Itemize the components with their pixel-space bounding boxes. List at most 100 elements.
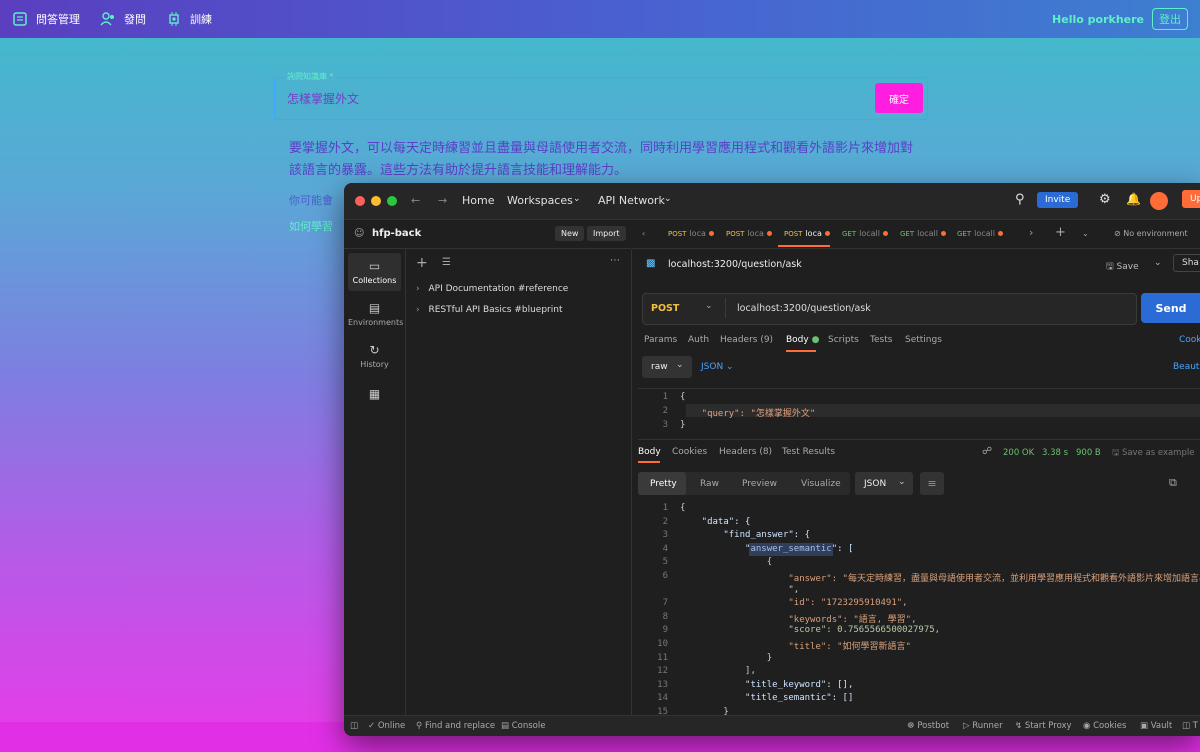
- sidebar-item-collections[interactable]: ▭ Collections: [348, 253, 401, 291]
- view-preview[interactable]: Preview: [742, 479, 777, 489]
- runner-button[interactable]: ▷ Runner: [963, 721, 1003, 731]
- tab-scripts[interactable]: Scripts: [828, 335, 859, 345]
- tabs-scroll-right-icon[interactable]: ›: [1029, 226, 1033, 239]
- save-example-button[interactable]: 🖫 Save as example: [1112, 447, 1194, 461]
- home-link[interactable]: Home: [462, 194, 494, 207]
- invite-button[interactable]: Invite: [1037, 192, 1079, 208]
- workspace-name[interactable]: hfp-back: [372, 228, 421, 239]
- vault-button[interactable]: ▣ Vault: [1140, 721, 1172, 731]
- nav-ask[interactable]: 發問: [100, 11, 146, 27]
- line-number: 1: [662, 503, 668, 513]
- sidebar-toggle-icon[interactable]: ◫: [350, 721, 358, 731]
- close-window-button[interactable]: [355, 196, 365, 206]
- view-raw[interactable]: Raw: [700, 479, 719, 489]
- postbot-button[interactable]: ☸ Postbot: [907, 721, 949, 731]
- resp-tab-body[interactable]: Body: [638, 447, 661, 457]
- find-replace-button[interactable]: ⚲ Find and replace: [416, 721, 495, 731]
- sidebar-item-apps[interactable]: ▦: [348, 381, 401, 405]
- workspaces-menu[interactable]: Workspaces: [507, 194, 573, 207]
- tab-headers[interactable]: Headers (9): [720, 335, 773, 345]
- request-tab[interactable]: GET locall: [842, 229, 888, 238]
- tab-params[interactable]: Params: [644, 335, 677, 345]
- url-input[interactable]: localhost:3200/question/ask: [737, 303, 871, 314]
- request-tab-active[interactable]: POST loca: [784, 229, 830, 238]
- tab-settings[interactable]: Settings: [905, 335, 942, 345]
- cookies-button[interactable]: ◉ Cookies: [1083, 721, 1126, 731]
- new-button[interactable]: New: [555, 226, 585, 241]
- request-tab[interactable]: GET locall: [900, 229, 946, 238]
- cookies-link[interactable]: Cook: [1179, 335, 1200, 345]
- tab-auth[interactable]: Auth: [688, 335, 709, 345]
- tabs-scroll-left-icon[interactable]: ‹: [642, 229, 645, 238]
- more-icon[interactable]: ⋯: [610, 255, 620, 266]
- import-button[interactable]: Import: [587, 226, 626, 241]
- request-tab[interactable]: POST loca: [726, 229, 772, 238]
- method-select[interactable]: POST: [651, 303, 679, 314]
- send-button[interactable]: Send: [1141, 293, 1200, 323]
- code-line: {: [680, 503, 686, 513]
- start-proxy-button[interactable]: ↯ Start Proxy: [1015, 721, 1072, 731]
- request-tab[interactable]: POST loca: [668, 229, 714, 238]
- request-tab[interactable]: GET locall: [957, 229, 1003, 238]
- body-mode-select[interactable]: raw ⌄: [642, 356, 692, 378]
- new-tab-plus-icon[interactable]: +: [1055, 225, 1066, 240]
- resp-tab-headers[interactable]: Headers (8): [719, 447, 772, 457]
- wrap-lines-icon[interactable]: ≡: [920, 472, 944, 495]
- maximize-window-button[interactable]: [387, 196, 397, 206]
- search-icon[interactable]: ⚲: [1015, 192, 1025, 207]
- tab-body[interactable]: Body ●: [786, 335, 819, 345]
- gear-icon[interactable]: ⚙: [1099, 192, 1111, 207]
- response-body-viewer[interactable]: 1 {2 "data": {3 "find_answer": {4 "answer…: [638, 501, 1200, 715]
- resp-tab-cookies[interactable]: Cookies: [672, 447, 707, 457]
- request-body-editor[interactable]: 1 2 3 { "query": "怎樣掌握外文" }: [638, 388, 1200, 440]
- minimize-window-button[interactable]: [371, 196, 381, 206]
- nav-qa-management[interactable]: 問答管理: [12, 11, 80, 27]
- chevron-down-icon[interactable]: ⌄: [1082, 229, 1089, 238]
- save-icon: 🖫: [1112, 448, 1122, 458]
- online-label: Online: [377, 721, 406, 731]
- trash-button[interactable]: ◫ T: [1182, 721, 1198, 731]
- view-visualize[interactable]: Visualize: [801, 479, 841, 489]
- avatar[interactable]: [1150, 192, 1168, 210]
- save-button[interactable]: 🖫 Save: [1106, 259, 1139, 275]
- response-size[interactable]: 900 B: [1076, 448, 1101, 458]
- response-format-select[interactable]: JSON ⌄: [855, 472, 913, 495]
- back-arrow-icon[interactable]: ←: [411, 194, 420, 207]
- collection-item[interactable]: › API Documentation #reference: [416, 284, 568, 294]
- copy-icon[interactable]: ⧉: [1169, 476, 1177, 490]
- code-line: "title": "如何學習新語言": [680, 642, 911, 652]
- body-format-select[interactable]: JSON ⌄: [701, 362, 734, 372]
- response-time[interactable]: 3.38 s: [1042, 448, 1068, 458]
- api-network-menu[interactable]: API Network: [598, 194, 665, 207]
- share-button[interactable]: Sha: [1173, 254, 1200, 272]
- sidebar-item-history[interactable]: ↻ History: [348, 337, 401, 375]
- line-number: 3: [662, 420, 668, 430]
- filter-icon[interactable]: ☰: [442, 257, 451, 268]
- sidebar-item-environments[interactable]: ▤ Environments: [348, 295, 403, 333]
- nav-train[interactable]: 訓練: [166, 11, 212, 27]
- bell-icon[interactable]: 🔔: [1126, 192, 1141, 206]
- chevron-down-icon: ⌄: [705, 301, 713, 311]
- online-status[interactable]: ✓ Online: [368, 721, 405, 731]
- confirm-button[interactable]: 確定: [875, 83, 923, 113]
- user-icon: ☺: [354, 228, 365, 239]
- query-field[interactable]: 詢問知識庫 * 怎樣掌握外文 確定: [274, 71, 928, 120]
- view-pretty[interactable]: Pretty: [650, 479, 677, 489]
- tab-tests[interactable]: Tests: [870, 335, 892, 345]
- logout-button[interactable]: 登出: [1152, 8, 1188, 30]
- collection-item[interactable]: › RESTful API Basics #blueprint: [416, 305, 563, 315]
- upgrade-button[interactable]: Up: [1182, 190, 1200, 208]
- line-number: 2: [662, 406, 668, 416]
- tab-name: locall: [917, 229, 938, 238]
- beautify-link[interactable]: Beauti: [1173, 362, 1200, 372]
- code-line: {: [680, 392, 686, 402]
- resp-tab-tests[interactable]: Test Results: [782, 447, 835, 457]
- forward-arrow-icon[interactable]: →: [438, 194, 447, 207]
- plus-icon[interactable]: +: [416, 255, 428, 271]
- environment-selector[interactable]: ⊘ No environment: [1114, 229, 1188, 238]
- console-button[interactable]: ▤ Console: [501, 721, 545, 731]
- suggested-question-link[interactable]: 如何學習: [289, 218, 333, 234]
- request-title[interactable]: localhost:3200/question/ask: [668, 259, 802, 270]
- save-dropdown-icon[interactable]: ⌄: [1154, 258, 1162, 268]
- status-code[interactable]: 200 OK: [1003, 448, 1034, 458]
